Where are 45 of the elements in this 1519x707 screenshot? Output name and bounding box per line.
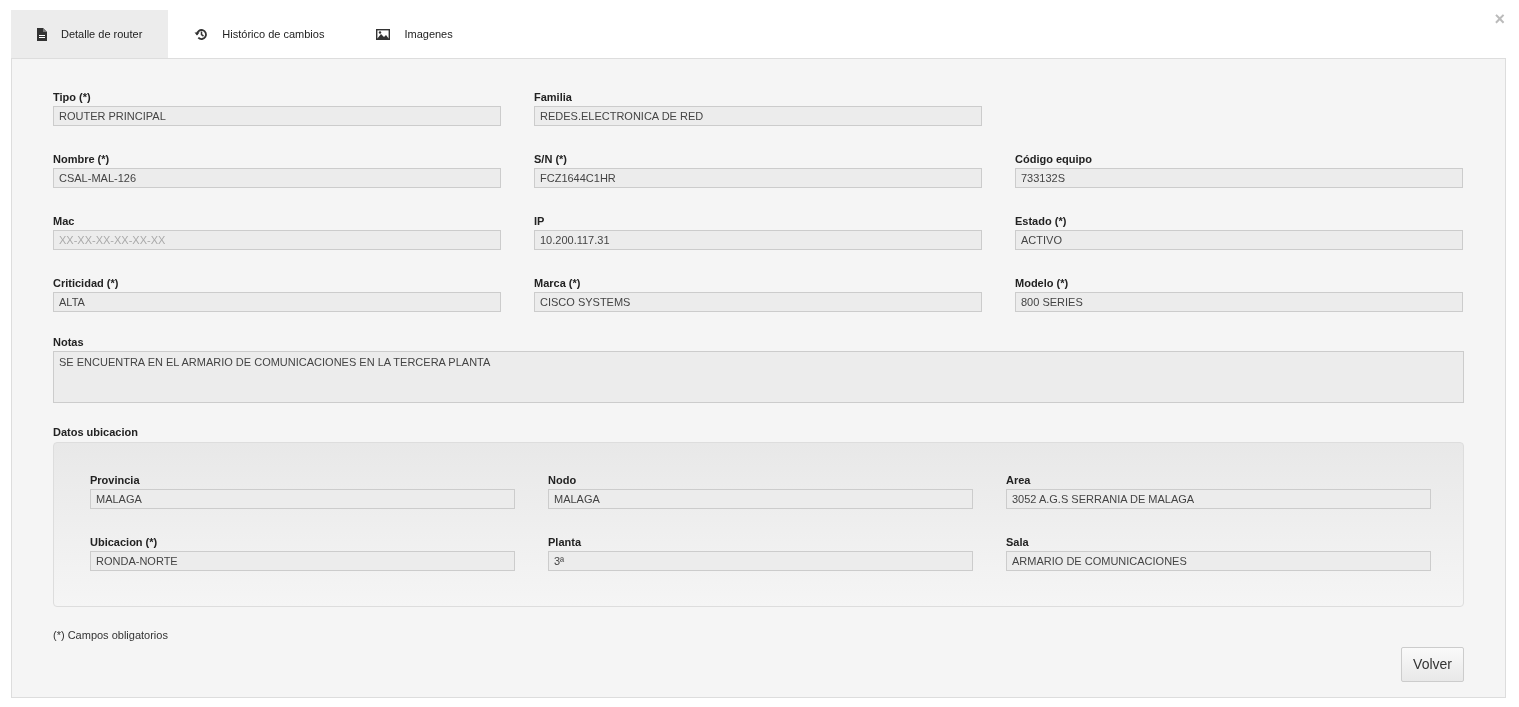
field-label: Planta [548, 535, 583, 549]
input-field[interactable]: 800 SERIES [1015, 292, 1463, 312]
image-icon [376, 28, 391, 40]
field-label: Criticidad (*) [53, 276, 120, 290]
field-label: Provincia [90, 473, 141, 487]
field-label: IP [534, 214, 546, 228]
section-title: Datos ubicacion [53, 425, 139, 439]
tab[interactable]: Histórico de cambios [168, 10, 351, 58]
input-field[interactable]: 3ª [548, 551, 973, 571]
footnote: (*) Campos obligatorios [53, 628, 169, 643]
input-field[interactable]: 10.200.117.31 [534, 230, 982, 250]
field-label: Ubicacion (*) [90, 535, 159, 549]
input-field[interactable]: ROUTER PRINCIPAL [53, 106, 501, 126]
field-label: Notas [53, 335, 85, 349]
input-field[interactable]: CSAL-MAL-126 [53, 168, 501, 188]
field-label: Familia [534, 90, 573, 104]
back-button[interactable]: Volver [1401, 646, 1464, 682]
notes-field[interactable]: SE ENCUENTRA EN EL ARMARIO DE COMUNICACIONES EN LA TERCERA PLANTA [53, 351, 1464, 403]
input-field[interactable]: ARMARIO DE COMUNICACIONES [1006, 551, 1431, 571]
field-label: Código equipo [1015, 152, 1093, 166]
field-label: Sala [1006, 535, 1030, 549]
history-icon [194, 27, 209, 41]
field-label: S/N (*) [534, 152, 568, 166]
document-icon [37, 27, 47, 41]
input-field[interactable]: RONDA-NORTE [90, 551, 515, 571]
input-field[interactable]: 733132S [1015, 168, 1463, 188]
input-field[interactable]: 3052 A.G.S SERRANIA DE MALAGA [1006, 489, 1431, 509]
field-label: Mac [53, 214, 76, 228]
input-field[interactable]: MALAGA [90, 489, 515, 509]
input-field[interactable]: FCZ1644C1HR [534, 168, 982, 188]
field-label: Tipo (*) [53, 90, 92, 104]
tab[interactable]: Detalle de router [11, 10, 169, 58]
field-label: Nodo [548, 473, 578, 487]
input-field[interactable]: REDES.ELECTRONICA DE RED [534, 106, 982, 126]
tab[interactable]: Imagenes [350, 10, 479, 58]
field-label: Nombre (*) [53, 152, 111, 166]
field-label: Estado (*) [1015, 214, 1068, 228]
input-field[interactable]: ALTA [53, 292, 501, 312]
field-label: Modelo (*) [1015, 276, 1070, 290]
field-label: Marca (*) [534, 276, 582, 290]
input-field[interactable]: CISCO SYSTEMS [534, 292, 982, 312]
field-label: Area [1006, 473, 1032, 487]
input-field[interactable]: MALAGA [548, 489, 973, 509]
input-field[interactable]: XX-XX-XX-XX-XX-XX [53, 230, 501, 250]
input-field[interactable]: ACTIVO [1015, 230, 1463, 250]
